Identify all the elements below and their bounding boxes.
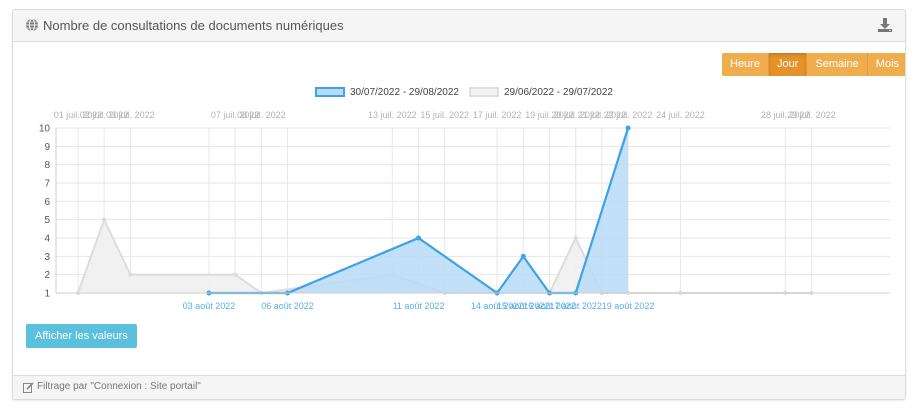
chart-legend: 30/07/2022 - 29/08/2022 29/06/2022 - 29/… [315,85,623,99]
previous-series-point [128,272,133,277]
consultations-chart: 1234567891001 juil. 202202 juil. 202203 … [39,110,890,311]
period-button-month[interactable]: Mois [867,53,905,76]
panel-title: Nombre de consultations de documents num… [43,18,344,33]
previous-series-point [573,235,578,241]
current-series-point [520,253,526,259]
y-tick-label: 6 [44,197,50,208]
y-tick-label: 2 [44,270,50,281]
panel-footer: Filtrage par "Connexion : Site portail" [13,375,905,399]
show-values-button[interactable]: Afficher les valeurs [26,324,137,348]
legend-swatch-previous [468,87,499,97]
current-series-point [625,125,631,131]
x-bottom-tick-label: 06 août 2022 [261,301,314,311]
download-icon[interactable] [877,17,893,33]
y-tick-label: 4 [44,234,50,245]
x-top-tick-label: 17 juil. 2022 [473,110,522,120]
legend-item-previous[interactable]: 29/06/2022 - 29/07/2022 [468,86,613,98]
x-top-tick-label: 03 juil. 2022 [106,110,155,120]
legend-label-current: 30/07/2022 - 29/08/2022 [350,86,459,98]
x-bottom-tick-label: 11 août 2022 [393,301,445,311]
period-button-group: Heure Jour Semaine Mois [722,53,905,76]
period-button-week[interactable]: Semaine [807,53,868,76]
y-tick-label: 3 [44,252,50,263]
x-top-tick-label: 13 juil. 2022 [368,110,417,120]
x-top-tick-label: 29 juil. 2022 [787,110,836,120]
legend-label-previous: 29/06/2022 - 29/07/2022 [503,86,613,98]
legend-item-current[interactable]: 30/07/2022 - 29/08/2022 [315,87,459,98]
x-bottom-tick-label: 17 août 2022 [549,301,602,311]
filter-text: Filtrage par "Connexion : Site portail" [37,381,201,392]
consultations-panel: Nombre de consultations de documents num… [12,9,906,400]
y-tick-label: 7 [44,179,50,190]
current-series-point [416,235,422,241]
previous-series-point [101,217,107,222]
previous-series-point [232,272,238,277]
y-tick-label: 9 [44,142,50,153]
y-tick-label: 1 [44,289,50,300]
x-bottom-tick-label: 03 août 2022 [183,301,236,311]
panel-header: Nombre de consultations de documents num… [13,10,905,42]
x-top-tick-label: 15 juil. 2022 [420,110,469,120]
legend-swatch-current [315,87,345,97]
x-top-tick-label: 08 juil. 2022 [237,110,286,120]
x-top-tick-label: 24 juil. 2022 [656,110,705,120]
x-top-tick-label: 22 juil. 2022 [604,110,653,120]
y-tick-label: 8 [44,160,50,171]
y-tick-label: 10 [39,124,51,135]
globe-icon [26,18,38,32]
x-bottom-tick-label: 19 août 2022 [602,301,655,311]
period-button-hour[interactable]: Heure [722,53,769,76]
edit-icon [23,382,34,393]
period-button-day[interactable]: Jour [768,53,808,76]
y-tick-label: 5 [44,215,50,226]
